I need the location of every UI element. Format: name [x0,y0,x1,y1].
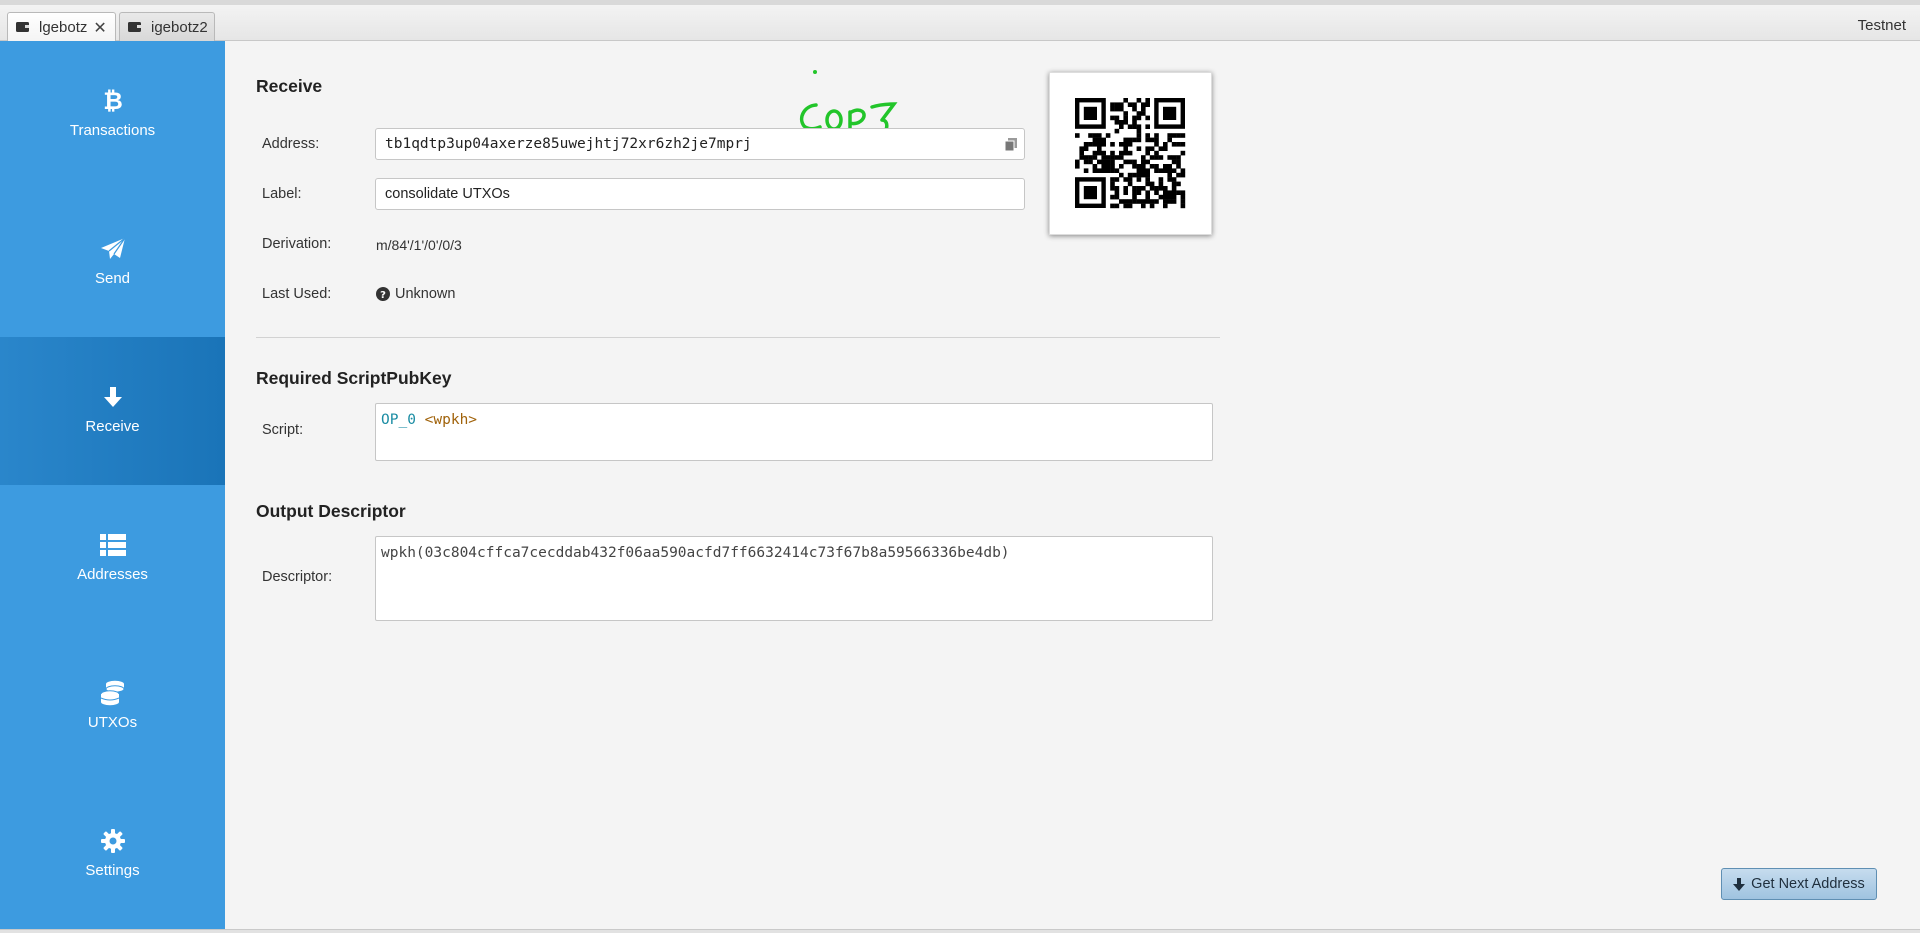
address-value[interactable]: tb1qdtp3up04axerze85uwejhtj72xr6zh2je7mp… [385,136,752,152]
address-field[interactable]: tb1qdtp3up04axerze85uwejhtj72xr6zh2je7mp… [375,128,1025,160]
close-icon[interactable]: ✕ [93,18,106,38]
get-next-address-button[interactable]: Get Next Address [1721,868,1877,900]
sidebar-item-label: UTXOs [87,714,138,731]
coins-icon [0,680,225,706]
qr-code[interactable] [1049,72,1212,235]
sidebar-item-label: Settings [85,862,140,879]
section-divider [256,337,1220,338]
wallet-icon [128,19,141,36]
list-icon [0,532,225,558]
script-field[interactable]: OP_0 <wpkh> [375,403,1213,461]
descriptor-value[interactable]: wpkh(03c804cffca7cecddab432f06aa590acfd7… [381,545,1010,561]
bitcoin-icon: ₿ [0,88,225,114]
gear-icon [0,828,225,854]
sidebar-item-label: Addresses [77,566,148,583]
address-label: Address: [262,136,320,152]
label-field[interactable]: consolidate UTXOs [375,178,1025,210]
descriptor-field[interactable]: wpkh(03c804cffca7cecddab432f06aa590acfd7… [375,536,1213,621]
sidebar-item-addresses[interactable]: Addresses [0,485,225,633]
sidebar-item-send[interactable]: Send [0,189,225,337]
script-argument: <wpkh> [424,412,478,428]
annotation-dot [813,70,817,74]
last-used-text: Unknown [395,286,456,302]
window-bottom-edge [0,929,1920,933]
sidebar-item-transactions[interactable]: ₿ Transactions [0,41,225,189]
script-section-title: Required ScriptPubKey [256,368,452,388]
last-used-label: Last Used: [262,286,332,302]
script-op-code: OP_0 [381,412,416,428]
derivation-value: m/84'/1'/0'/0/3 [376,237,462,253]
label-label: Label: [262,186,302,202]
get-next-address-label: Get Next Address [1751,876,1865,892]
tab-wallet-lgebotz[interactable]: lgebotz ✕ [7,12,116,42]
tab-bar: lgebotz ✕ igebotz2 Testnet [0,0,1920,42]
receive-title: Receive [256,76,323,96]
paper-plane-icon [0,236,225,262]
derivation-label: Derivation: [262,236,332,252]
copy-icon[interactable] [1004,138,1017,155]
sidebar: ₿ Transactions Send Receive Addresses UT… [0,41,225,929]
label-value[interactable]: consolidate UTXOs [385,186,510,202]
arrow-down-icon [1733,877,1746,891]
sidebar-item-settings[interactable]: Settings [0,781,225,929]
svg-text:₿: ₿ [103,88,123,114]
sidebar-item-label: Transactions [69,122,156,139]
descriptor-section-title: Output Descriptor [256,501,406,521]
sidebar-item-utxos[interactable]: UTXOs [0,633,225,781]
question-circle-icon: ? [376,287,390,301]
sidebar-item-receive[interactable]: Receive [0,337,225,485]
descriptor-label: Descriptor: [262,569,333,585]
svg-text:?: ? [380,290,386,301]
last-used-value: ? Unknown [376,286,455,302]
sidebar-item-label: Receive [85,418,140,435]
arrow-down-icon [0,384,225,410]
script-label: Script: [262,422,304,438]
network-indicator: Testnet [1857,17,1906,34]
sidebar-item-label: Send [94,270,131,287]
tab-label: lgebotz [39,19,88,36]
wallet-icon [16,19,29,36]
tab-wallet-igebotz2[interactable]: igebotz2 [119,12,215,41]
tab-label: igebotz2 [151,18,208,36]
qr-code-image [1075,98,1186,209]
receive-panel: Receive Address: tb1qdtp3up04axerze85uwe… [225,41,1920,929]
